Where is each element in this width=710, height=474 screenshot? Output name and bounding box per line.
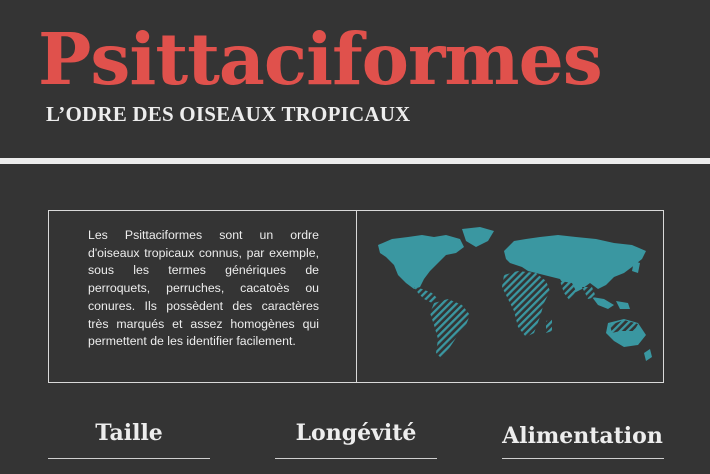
stat-rule-alimentation: [502, 458, 664, 459]
stat-rule-longevite: [275, 458, 437, 459]
stat-heading-alimentation: Alimentation: [502, 423, 663, 449]
page-subtitle: L’ODRE DES OISEAUX TROPICAUX: [46, 102, 411, 126]
intro-paragraph: Les Psittaciformes sont un ordre d'oisea…: [88, 228, 319, 349]
panel-separator: [356, 211, 357, 382]
stat-heading-longevite: Longévité: [295, 420, 417, 446]
page-title: Psittaciformes: [38, 17, 603, 101]
world-map-icon: [378, 227, 652, 361]
intro-panel: Les Psittaciformes sont un ordre d'oisea…: [48, 210, 664, 383]
stat-heading-taille: Taille: [95, 420, 163, 446]
stat-rule-taille: [48, 458, 210, 459]
header-divider: [0, 158, 710, 164]
